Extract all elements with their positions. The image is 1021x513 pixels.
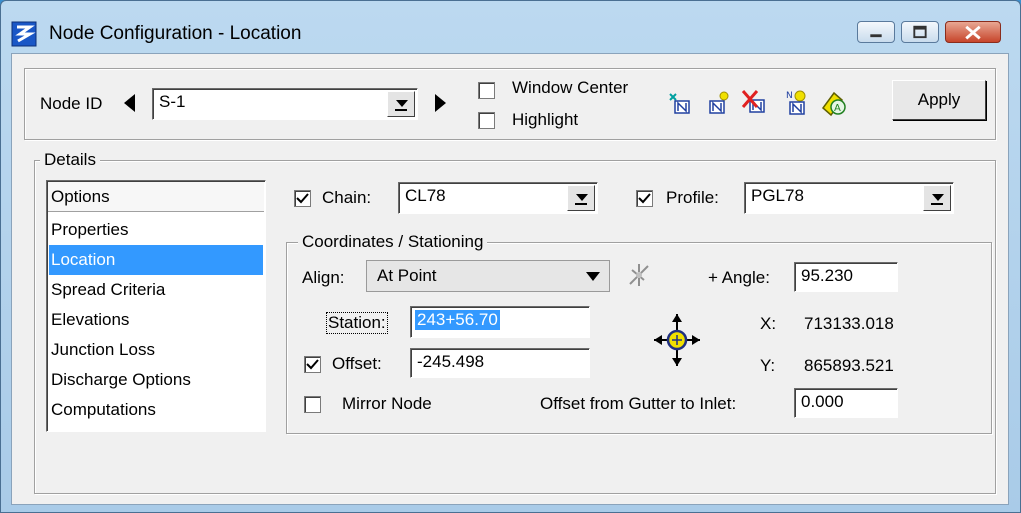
options-list[interactable]: Options Properties Location Spread Crite… bbox=[46, 180, 266, 432]
title-bar[interactable]: Node Configuration - Location bbox=[1, 1, 1020, 53]
move-node-icon[interactable] bbox=[652, 312, 702, 368]
mirror-node-checkbox[interactable] bbox=[304, 396, 321, 413]
previous-node-icon[interactable] bbox=[122, 93, 138, 113]
node-configuration-window: Node Configuration - Location Node ID S-… bbox=[0, 0, 1021, 513]
checkmark-icon bbox=[638, 193, 651, 204]
chevron-down-icon bbox=[586, 272, 600, 281]
x-label: X: bbox=[760, 314, 777, 333]
new-node-icon[interactable]: N bbox=[782, 88, 812, 118]
coordinates-group-title: Coordinates / Stationing bbox=[298, 232, 488, 252]
dropdown-bar bbox=[931, 203, 943, 205]
chain-dropdown-button[interactable] bbox=[567, 185, 595, 211]
list-item-label: Properties bbox=[51, 220, 129, 239]
list-item[interactable]: Computations bbox=[49, 395, 263, 425]
node-id-value: S-1 bbox=[159, 92, 186, 111]
profile-combo[interactable]: PGL78 bbox=[744, 182, 954, 214]
maximize-icon bbox=[913, 25, 927, 39]
list-item[interactable]: Junction Loss bbox=[49, 335, 263, 365]
svg-text:A: A bbox=[834, 103, 841, 114]
window-center-label: Window Center bbox=[512, 78, 629, 97]
highlight-checkbox[interactable] bbox=[478, 112, 495, 129]
offset-label: Offset: bbox=[332, 354, 382, 373]
offset-field[interactable]: -245.498 bbox=[410, 348, 590, 378]
pick-point-icon[interactable] bbox=[626, 262, 652, 288]
list-item-label: Junction Loss bbox=[51, 340, 155, 359]
y-label: Y: bbox=[760, 356, 776, 375]
window-center-checkbox[interactable] bbox=[478, 82, 495, 99]
profile-checkbox[interactable] bbox=[636, 190, 653, 207]
add-node-icon[interactable] bbox=[666, 90, 694, 118]
window-title: Node Configuration - Location bbox=[49, 23, 302, 44]
list-item-label: Location bbox=[51, 250, 116, 269]
angle-label: + Angle: bbox=[708, 268, 770, 287]
chain-value: CL78 bbox=[405, 186, 446, 205]
app-icon bbox=[11, 21, 37, 47]
chain-label: Chain: bbox=[322, 188, 372, 207]
maximize-button[interactable] bbox=[901, 21, 939, 43]
offset-checkbox[interactable] bbox=[304, 356, 321, 373]
apply-button[interactable]: Apply bbox=[892, 80, 986, 120]
list-item-label: Discharge Options bbox=[51, 370, 191, 389]
close-icon bbox=[965, 25, 981, 40]
minimize-button[interactable] bbox=[857, 21, 895, 43]
options-header: Options bbox=[48, 182, 264, 212]
checkmark-icon bbox=[296, 193, 309, 204]
next-node-icon[interactable] bbox=[432, 93, 448, 113]
x-value: 713133.018 bbox=[804, 314, 894, 333]
chain-checkbox[interactable] bbox=[294, 190, 311, 207]
apply-label: Apply bbox=[917, 90, 961, 109]
delete-node-icon[interactable] bbox=[740, 88, 770, 118]
profile-value: PGL78 bbox=[751, 186, 804, 205]
profile-dropdown-button[interactable] bbox=[923, 185, 951, 211]
offset-value: -245.498 bbox=[417, 352, 485, 371]
list-item-label: Spread Criteria bbox=[51, 280, 166, 299]
chevron-down-icon bbox=[932, 194, 944, 201]
details-group-title: Details bbox=[40, 150, 100, 170]
minimize-icon bbox=[870, 34, 882, 38]
list-item[interactable]: Properties bbox=[49, 215, 263, 245]
list-item[interactable]: Location bbox=[49, 245, 263, 275]
list-item[interactable]: Spread Criteria bbox=[49, 275, 263, 305]
gutter-offset-label: Offset from Gutter to Inlet: bbox=[540, 394, 737, 413]
gutter-offset-field[interactable]: 0.000 bbox=[794, 388, 898, 418]
node-id-label: Node ID bbox=[40, 94, 103, 113]
angle-field[interactable]: 95.230 bbox=[794, 262, 898, 292]
list-item[interactable]: Elevations bbox=[49, 305, 263, 335]
angle-value: 95.230 bbox=[801, 266, 853, 285]
list-item-label: Elevations bbox=[51, 310, 130, 329]
place-node-icon[interactable] bbox=[704, 90, 732, 118]
gutter-offset-value: 0.000 bbox=[801, 392, 844, 411]
dialog-client: Node ID S-1 Window Center Highlight N A … bbox=[11, 53, 1009, 505]
station-label: Station: bbox=[326, 312, 388, 334]
profile-label: Profile: bbox=[666, 188, 719, 207]
mirror-node-label: Mirror Node bbox=[342, 394, 432, 413]
station-value: 243+56.70 bbox=[415, 310, 500, 330]
node-attributes-icon[interactable]: A bbox=[820, 88, 850, 118]
align-combo[interactable]: At Point bbox=[366, 260, 610, 292]
dropdown-bar bbox=[395, 109, 407, 111]
y-value: 865893.521 bbox=[804, 356, 894, 375]
close-button[interactable] bbox=[945, 21, 1001, 43]
dropdown-bar bbox=[575, 203, 587, 205]
node-id-combo[interactable]: S-1 bbox=[152, 88, 418, 120]
align-value: At Point bbox=[377, 266, 437, 285]
chevron-down-icon bbox=[576, 194, 588, 201]
align-label: Align: bbox=[302, 268, 345, 287]
chain-combo[interactable]: CL78 bbox=[398, 182, 598, 214]
station-field[interactable]: 243+56.70 bbox=[410, 306, 590, 338]
highlight-label: Highlight bbox=[512, 110, 579, 129]
options-header-label: Options bbox=[51, 187, 110, 206]
node-id-dropdown-button[interactable] bbox=[387, 91, 415, 117]
list-item[interactable]: Discharge Options bbox=[49, 365, 263, 395]
chevron-down-icon bbox=[396, 100, 408, 107]
checkmark-icon bbox=[306, 359, 319, 370]
list-item-label: Computations bbox=[51, 400, 156, 419]
svg-text:N: N bbox=[786, 91, 793, 101]
